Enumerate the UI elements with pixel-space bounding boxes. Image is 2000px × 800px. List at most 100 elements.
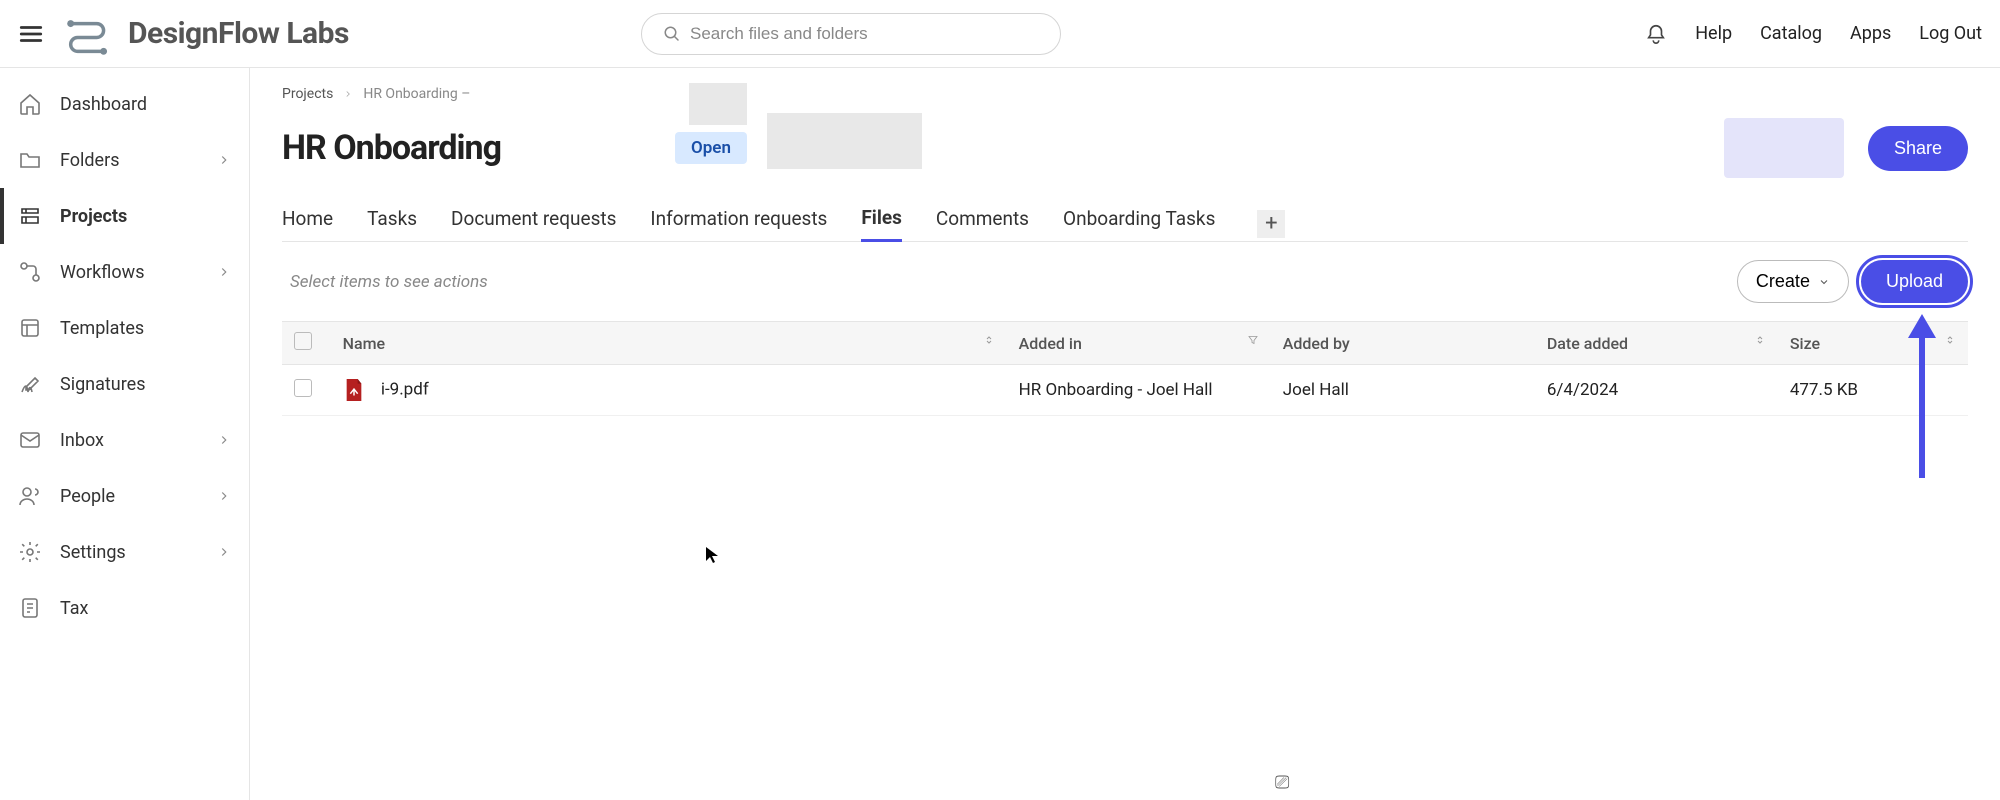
sidebar-item-tax[interactable]: Tax <box>0 580 249 636</box>
sidebar-item-templates[interactable]: Templates <box>0 300 249 356</box>
avatar-placeholder <box>1724 118 1844 178</box>
breadcrumb-current[interactable]: HR Onboarding – <box>363 86 470 102</box>
apps-link[interactable]: Apps <box>1850 23 1891 44</box>
sidebar-item-dashboard[interactable]: Dashboard <box>0 76 249 132</box>
tab-home[interactable]: Home <box>282 207 333 240</box>
people-icon <box>18 484 42 508</box>
sidebar-item-label: Folders <box>60 150 120 171</box>
page-header: HR Onboarding Open ••• Share <box>282 118 1968 178</box>
table-header-row: Name Added in Added by Date added <box>282 322 1968 365</box>
cell-addedin: HR Onboarding - Joel Hall <box>1007 365 1271 416</box>
tab-files[interactable]: Files <box>861 206 902 242</box>
templates-icon <box>18 316 42 340</box>
chevron-right-icon <box>343 89 353 99</box>
col-header-label: Added in <box>1019 334 1082 353</box>
sidebar-item-projects[interactable]: Projects <box>0 188 249 244</box>
catalog-link[interactable]: Catalog <box>1760 23 1822 44</box>
row-checkbox[interactable] <box>294 379 312 397</box>
filter-icon <box>1247 334 1259 346</box>
sidebar: Dashboard Folders Projects Workflows Tem… <box>0 68 250 800</box>
chevron-right-icon <box>217 153 231 167</box>
chevron-right-icon <box>217 265 231 279</box>
redaction-box <box>689 83 747 125</box>
sidebar-item-settings[interactable]: Settings <box>0 524 249 580</box>
tab-onboarding-tasks[interactable]: Onboarding Tasks <box>1063 207 1215 240</box>
cell-dateadded: 6/4/2024 <box>1535 365 1778 416</box>
page-title: HR Onboarding <box>282 128 501 168</box>
sidebar-item-signatures[interactable]: Signatures <box>0 356 249 412</box>
file-table: Name Added in Added by Date added <box>282 321 1968 416</box>
cell-name[interactable]: i-9.pdf <box>331 365 1007 416</box>
logo-icon <box>62 13 114 55</box>
col-header-dateadded[interactable]: Date added <box>1535 322 1778 365</box>
sort-icon <box>1944 334 1956 346</box>
sidebar-item-inbox[interactable]: Inbox <box>0 412 249 468</box>
sidebar-item-label: Templates <box>60 318 144 339</box>
gear-icon <box>18 540 42 564</box>
chevron-right-icon <box>217 433 231 447</box>
create-button[interactable]: Create <box>1737 260 1849 303</box>
col-header-label: Added by <box>1283 334 1350 353</box>
sidebar-item-folders[interactable]: Folders <box>0 132 249 188</box>
sidebar-item-label: People <box>60 486 115 507</box>
inbox-icon <box>18 428 42 452</box>
tab-document-requests[interactable]: Document requests <box>451 207 616 240</box>
sidebar-item-label: Projects <box>60 206 127 227</box>
table-row[interactable]: i-9.pdf HR Onboarding - Joel Hall Joel H… <box>282 365 1968 416</box>
notifications-icon[interactable] <box>1645 23 1667 45</box>
cell-addedby: Joel Hall <box>1271 365 1535 416</box>
col-header-addedby[interactable]: Added by <box>1271 322 1535 365</box>
breadcrumb-root[interactable]: Projects <box>282 86 333 102</box>
cell-size: 477.5 KB <box>1778 365 1968 416</box>
tab-comments[interactable]: Comments <box>936 207 1029 240</box>
cursor-icon: ⎚ <box>1275 772 1289 793</box>
sidebar-item-label: Dashboard <box>60 94 147 115</box>
home-icon <box>18 92 42 116</box>
pdf-icon <box>343 377 365 403</box>
select-all-checkbox[interactable] <box>294 332 312 350</box>
chevron-right-icon <box>217 489 231 503</box>
cursor-icon <box>705 546 719 564</box>
sidebar-item-label: Tax <box>60 598 88 619</box>
sidebar-item-label: Signatures <box>60 374 145 395</box>
redaction-box <box>767 113 922 169</box>
workflows-icon <box>18 260 42 284</box>
col-header-label: Date added <box>1547 334 1628 353</box>
sidebar-item-label: Settings <box>60 542 126 563</box>
col-header-addedin[interactable]: Added in <box>1007 322 1271 365</box>
sidebar-item-people[interactable]: People <box>0 468 249 524</box>
search-input[interactable] <box>641 13 1061 55</box>
topbar: DesignFlow Labs Help Catalog Apps Log Ou… <box>0 0 2000 68</box>
brand-logo[interactable]: DesignFlow Labs <box>62 13 349 55</box>
status-badge: Open <box>675 132 747 164</box>
upload-button[interactable]: Upload <box>1861 260 1968 303</box>
topbar-right: Help Catalog Apps Log Out <box>1645 23 1982 45</box>
create-button-label: Create <box>1756 271 1810 292</box>
selection-hint: Select items to see actions <box>290 272 488 292</box>
col-header-label: Name <box>343 334 385 353</box>
projects-icon <box>18 204 42 228</box>
folder-icon <box>18 148 42 172</box>
sort-icon <box>1754 334 1766 346</box>
main: Projects HR Onboarding – HR Onboarding O… <box>250 68 2000 800</box>
sidebar-item-label: Workflows <box>60 262 145 283</box>
col-header-name[interactable]: Name <box>331 322 1007 365</box>
sidebar-item-workflows[interactable]: Workflows <box>0 244 249 300</box>
sidebar-item-label: Inbox <box>60 430 104 451</box>
breadcrumb: Projects HR Onboarding – <box>282 86 1968 102</box>
action-row: Select items to see actions Create Uploa… <box>282 260 1968 303</box>
logout-link[interactable]: Log Out <box>1919 23 1982 44</box>
share-button[interactable]: Share <box>1868 126 1968 171</box>
hamburger-menu-icon[interactable] <box>18 21 44 47</box>
tab-information-requests[interactable]: Information requests <box>650 207 827 240</box>
tab-tasks[interactable]: Tasks <box>367 207 417 240</box>
search-wrap <box>641 13 1061 55</box>
chevron-down-icon <box>1818 276 1830 288</box>
help-link[interactable]: Help <box>1695 23 1732 44</box>
tabs: Home Tasks Document requests Information… <box>282 206 1968 242</box>
col-header-label: Size <box>1790 334 1820 353</box>
file-name: i-9.pdf <box>381 379 429 399</box>
add-tab-button[interactable]: + <box>1257 210 1285 238</box>
tax-icon <box>18 596 42 620</box>
col-header-size[interactable]: Size <box>1778 322 1968 365</box>
